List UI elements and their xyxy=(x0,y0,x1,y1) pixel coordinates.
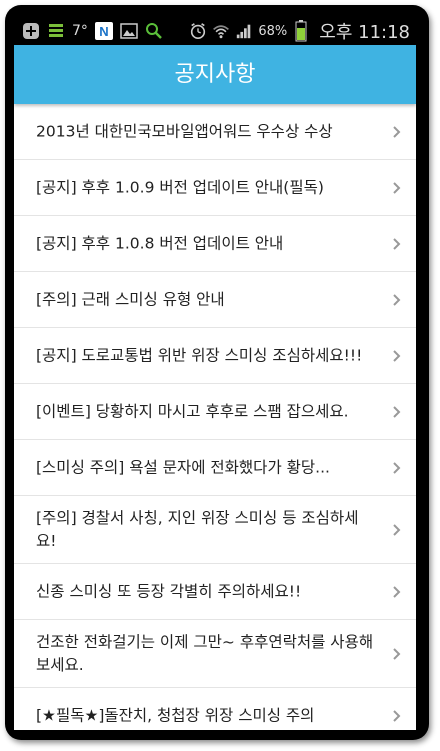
notice-title: [공지] 도로교통법 위반 위장 스미싱 조심하세요!!! xyxy=(36,346,363,364)
signal-icon xyxy=(235,22,253,40)
chevron-right-icon xyxy=(393,125,401,138)
notice-item[interactable]: [이벤트] 당황하지 마시고 후후로 스팸 잡으세요. xyxy=(14,384,416,440)
notice-item[interactable]: 2013년 대한민국모바일앱어워드 우수상 수상 xyxy=(14,104,416,160)
status-bar: 7° N 68% 오후 11:18 xyxy=(14,17,416,45)
notice-title: [주의] 근래 스미싱 유형 안내 xyxy=(36,290,225,308)
page-title: 공지사항 xyxy=(174,62,256,87)
notice-title: 2013년 대한민국모바일앱어워드 우수상 수상 xyxy=(36,122,333,140)
add-icon xyxy=(22,22,40,40)
gallery-icon xyxy=(120,22,138,40)
notice-title: [이벤트] 당황하지 마시고 후후로 스팸 잡으세요. xyxy=(36,402,349,420)
chevron-right-icon xyxy=(393,237,401,250)
notice-item[interactable]: [주의] 근래 스미싱 유형 안내 xyxy=(14,272,416,328)
wifi-icon xyxy=(212,22,230,40)
chevron-right-icon xyxy=(393,181,401,194)
notice-list[interactable]: 2013년 대한민국모바일앱어워드 우수상 수상 [공지] 후후 1.0.9 버… xyxy=(14,104,416,730)
notice-item[interactable]: [공지] 후후 1.0.9 버전 업데이트 안내(필독) xyxy=(14,160,416,216)
battery-percent: 68% xyxy=(258,23,288,39)
notice-title: [주의] 경찰서 사칭, 지인 위장 스미싱 등 조심하세요! xyxy=(36,508,359,550)
battery-icon xyxy=(292,20,310,42)
list-icon xyxy=(47,22,65,40)
notice-title: 신종 스미싱 또 등장 각별히 주의하세요!! xyxy=(36,582,302,600)
notice-title: [공지] 후후 1.0.8 버전 업데이트 안내 xyxy=(36,234,284,252)
temperature-text: 7° xyxy=(72,23,88,39)
n-app-icon: N xyxy=(94,22,113,40)
search-icon xyxy=(145,22,163,40)
notice-title: [공지] 후후 1.0.9 버전 업데이트 안내(필독) xyxy=(36,178,324,196)
chevron-right-icon xyxy=(393,405,401,418)
chevron-right-icon xyxy=(393,523,401,536)
app-header: 공지사항 xyxy=(14,45,416,104)
clock-text: 오후 11:18 xyxy=(319,22,410,43)
notice-title: [★필독★]돌잔치, 청첩장 위장 스미싱 주의 xyxy=(36,706,315,724)
notice-item[interactable]: [공지] 도로교통법 위반 위장 스미싱 조심하세요!!! xyxy=(14,328,416,384)
svg-text:N: N xyxy=(99,24,108,39)
chevron-right-icon xyxy=(393,647,401,660)
notice-title: [스미싱 주의] 욕설 문자에 전화했다가 황당... xyxy=(36,458,330,476)
chevron-right-icon xyxy=(393,709,401,722)
chevron-right-icon xyxy=(393,585,401,598)
notice-item[interactable]: [공지] 후후 1.0.8 버전 업데이트 안내 xyxy=(14,216,416,272)
chevron-right-icon xyxy=(393,349,401,362)
notice-item[interactable]: 신종 스미싱 또 등장 각별히 주의하세요!! xyxy=(14,564,416,620)
notice-title: 건조한 전화걸기는 이제 그만~ 후후연락처를 사용해 보세요. xyxy=(36,632,374,674)
notice-item[interactable]: [★필독★]돌잔치, 청첩장 위장 스미싱 주의 xyxy=(14,688,416,730)
notice-item[interactable]: [스미싱 주의] 욕설 문자에 전화했다가 황당... xyxy=(14,440,416,496)
notice-item[interactable]: [주의] 경찰서 사칭, 지인 위장 스미싱 등 조심하세요! xyxy=(14,496,416,564)
chevron-right-icon xyxy=(393,293,401,306)
alarm-icon xyxy=(189,22,207,40)
notice-item[interactable]: 건조한 전화걸기는 이제 그만~ 후후연락처를 사용해 보세요. xyxy=(14,620,416,688)
chevron-right-icon xyxy=(393,461,401,474)
